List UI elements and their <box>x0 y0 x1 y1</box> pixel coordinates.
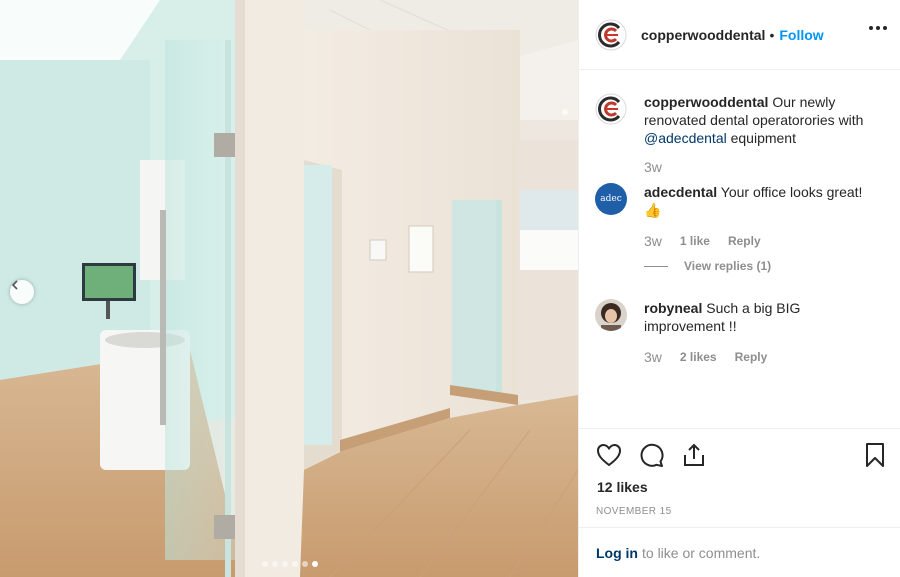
post-header: copperwooddental • Follow <box>579 0 900 70</box>
comment-username[interactable]: adecdental <box>644 184 717 200</box>
reply-button[interactable]: Reply <box>735 350 768 364</box>
caption-text: copperwooddental Our newly renovated den… <box>644 93 884 147</box>
carousel-dot <box>272 561 278 567</box>
mention-link[interactable]: @adecdental <box>644 130 727 146</box>
carousel-dot <box>262 561 268 567</box>
more-dots-icon[interactable] <box>869 26 887 30</box>
commenter-avatar[interactable]: adec <box>595 183 627 215</box>
carousel-dot-active <box>312 561 318 567</box>
post-photo[interactable] <box>0 0 578 577</box>
comment-meta: 3w 2 likes Reply <box>644 349 767 365</box>
dental-office-photo <box>0 0 578 577</box>
post-actions: 12 likes NOVEMBER 15 <box>579 428 900 528</box>
comment-age[interactable]: 3w <box>644 159 662 175</box>
comment-icon[interactable] <box>637 441 665 469</box>
thumbs-up-emoji: 👍 <box>644 202 662 218</box>
comment-age[interactable]: 3w <box>644 233 662 249</box>
carousel-previous-button[interactable] <box>10 280 34 304</box>
chevron-left-icon <box>11 280 18 290</box>
carousel-dot <box>292 561 298 567</box>
author-avatar[interactable] <box>595 93 627 125</box>
comment-username[interactable]: robyneal <box>644 300 702 316</box>
heart-icon[interactable] <box>595 441 623 469</box>
follow-button[interactable]: Follow <box>779 27 823 43</box>
post-date[interactable]: NOVEMBER 15 <box>596 506 672 517</box>
comment-meta: 3w 1 like Reply <box>644 233 761 249</box>
likes-count[interactable]: 12 likes <box>597 479 648 495</box>
comment-meta: 3w <box>644 159 680 175</box>
reply-button[interactable]: Reply <box>728 234 761 248</box>
comment-text: adecdental Your office looks great! 👍 <box>644 183 884 219</box>
post-side-panel: copperwooddental • Follow copperwooddent… <box>578 0 900 577</box>
follow-separator: • <box>769 26 775 43</box>
bookmark-icon[interactable] <box>861 441 889 469</box>
carousel-dots <box>262 561 318 567</box>
login-link[interactable]: Log in <box>596 545 638 561</box>
comments-list: copperwooddental Our newly renovated den… <box>579 71 900 427</box>
author-avatar[interactable] <box>595 19 627 51</box>
author-username[interactable]: copperwooddental <box>641 27 765 43</box>
comment-likes[interactable]: 2 likes <box>680 350 717 364</box>
share-icon[interactable] <box>680 441 708 469</box>
comment-body: Your office looks great! <box>717 184 863 200</box>
login-bar: Log in to like or comment. <box>579 527 900 577</box>
view-replies-button[interactable]: View replies (1) <box>644 259 771 273</box>
carousel-dot <box>302 561 308 567</box>
carousel-dot <box>282 561 288 567</box>
view-replies-label: View replies (1) <box>684 259 772 273</box>
comment-username[interactable]: copperwooddental <box>644 94 768 110</box>
replies-divider-line <box>644 265 668 267</box>
comment-likes[interactable]: 1 like <box>680 234 710 248</box>
commenter-avatar[interactable] <box>595 299 627 331</box>
login-prompt-text: to like or comment. <box>642 544 761 561</box>
avatar-logo-text: adec <box>600 194 622 204</box>
caption-text-part: equipment <box>726 130 796 146</box>
comment-text: robyneal Such a big BIG improvement !! <box>644 299 884 335</box>
comment-age[interactable]: 3w <box>644 349 662 365</box>
